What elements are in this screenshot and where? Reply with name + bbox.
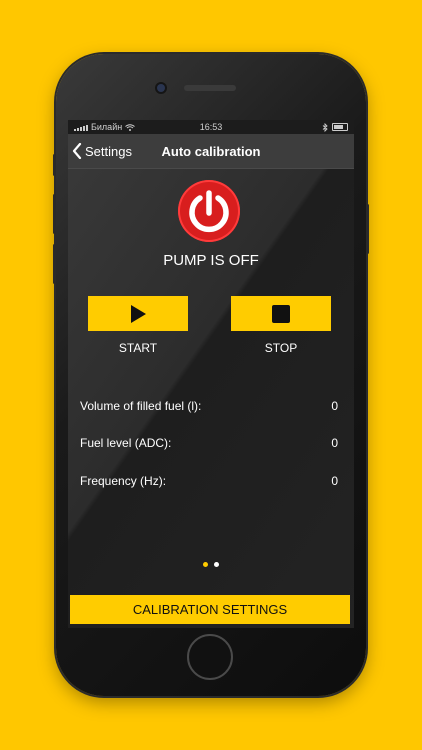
front-camera [157, 84, 165, 92]
status-bar: Билайн 16:53 [68, 120, 354, 134]
reading-row-fuel-level: Fuel level (ADC): 0 [80, 436, 338, 450]
volume-up-button [53, 194, 56, 234]
back-button[interactable]: Settings [68, 143, 132, 159]
stop-label: STOP [264, 341, 298, 355]
mute-switch [53, 154, 56, 176]
page-dot [203, 562, 208, 567]
earpiece-speaker [184, 85, 236, 91]
power-icon [189, 190, 229, 233]
calibration-settings-button[interactable]: CALIBRATION SETTINGS [70, 595, 350, 624]
reading-row-frequency: Frequency (Hz): 0 [80, 474, 338, 488]
start-label: START [118, 341, 158, 355]
app-screen: Билайн 16:53 Settings Auto calibration P… [68, 120, 354, 628]
pump-status: PUMP IS OFF [163, 252, 259, 269]
volume-down-button [53, 244, 56, 284]
chevron-left-icon [72, 143, 82, 159]
reading-value: 0 [331, 399, 338, 413]
page-indicator[interactable] [68, 562, 354, 567]
calibration-settings-label: CALIBRATION SETTINGS [132, 602, 288, 617]
reading-label: Volume of filled fuel (l): [80, 399, 202, 413]
stop-button[interactable] [231, 296, 331, 331]
carrier-name: Билайн [91, 122, 123, 132]
carrier-info: Билайн [74, 122, 136, 132]
battery-icon [332, 123, 348, 131]
status-icons [322, 122, 348, 132]
back-label: Settings [85, 143, 132, 159]
reading-row-volume: Volume of filled fuel (l): 0 [80, 399, 338, 413]
signal-icon [74, 124, 88, 131]
power-button[interactable] [178, 180, 240, 242]
stop-icon [272, 304, 290, 323]
power-side-button [366, 204, 369, 254]
wifi-icon [125, 123, 136, 131]
bluetooth-icon [322, 122, 328, 132]
phone-frame: Билайн 16:53 Settings Auto calibration P… [53, 54, 369, 696]
page-dot [214, 562, 219, 567]
play-icon [131, 304, 146, 323]
reading-label: Fuel level (ADC): [80, 436, 172, 450]
nav-bar: Settings Auto calibration [68, 134, 354, 169]
home-button[interactable] [187, 634, 233, 680]
reading-label: Frequency (Hz): [80, 474, 167, 488]
start-button[interactable] [88, 296, 188, 331]
reading-value: 0 [331, 436, 338, 450]
reading-value: 0 [331, 474, 338, 488]
